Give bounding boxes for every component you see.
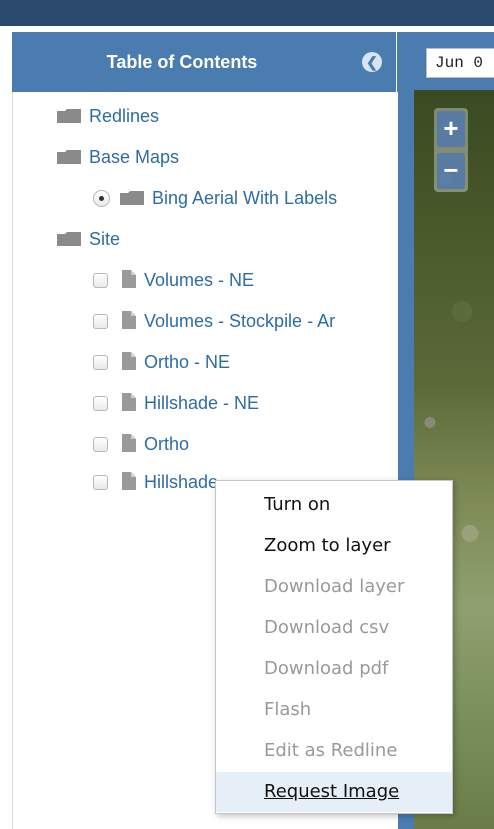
layer-checkbox[interactable] — [93, 437, 108, 452]
file-icon — [122, 352, 136, 370]
layer-checkbox[interactable] — [93, 314, 108, 329]
tree-item-hillshade-ne[interactable]: Hillshade - NE — [93, 391, 259, 415]
tree-item-label: Hillshade - NE — [144, 393, 260, 413]
menu-item-flash[interactable]: Flash — [216, 690, 452, 730]
file-icon — [122, 393, 136, 411]
file-icon — [122, 311, 136, 329]
tree-item-label: Volumes - Stockpile - Ar — [144, 311, 336, 331]
tree-item-bing-aerial[interactable]: Bing Aerial With Labels — [93, 186, 337, 210]
menu-item-edit-as-redline[interactable]: Edit as Redline — [216, 731, 452, 771]
tree-item-volumes-stockpile[interactable]: Volumes - Stockpile - Ar — [93, 309, 335, 333]
toc-title: Table of Contents — [106, 52, 258, 72]
menu-item-download-csv[interactable]: Download csv — [216, 608, 452, 648]
file-icon — [122, 434, 136, 452]
layer-checkbox[interactable] — [93, 355, 108, 370]
tree-item-label: Ortho — [144, 434, 190, 454]
layer-context-menu: Turn on Zoom to layer Download layer Dow… — [215, 480, 453, 814]
zoom-control: + − — [434, 108, 468, 192]
tree-item-site[interactable]: Site — [57, 227, 120, 251]
tree-item-label: Hillshade — [144, 472, 219, 492]
folder-icon — [57, 232, 81, 246]
top-bar-divider — [0, 26, 494, 30]
tree-item-label: Site — [89, 229, 121, 249]
tree-item-ortho[interactable]: Ortho — [93, 432, 189, 456]
collapse-panel-icon[interactable]: ❮ — [362, 52, 382, 72]
menu-item-request-image[interactable]: Request Image — [216, 772, 452, 812]
zoom-in-button[interactable]: + — [437, 111, 465, 147]
tree-item-label: Redlines — [89, 106, 160, 126]
tree-item-label: Base Maps — [89, 147, 180, 167]
menu-item-zoom-to-layer[interactable]: Zoom to layer — [216, 526, 452, 566]
tree-item-base-maps[interactable]: Base Maps — [57, 145, 179, 169]
menu-item-turn-on[interactable]: Turn on — [216, 485, 452, 525]
folder-icon — [57, 150, 81, 164]
layer-checkbox[interactable] — [93, 273, 108, 288]
layer-checkbox[interactable] — [93, 475, 108, 490]
tree-item-label: Bing Aerial With Labels — [152, 188, 338, 208]
tree-item-redlines[interactable]: Redlines — [57, 104, 159, 128]
tree-item-label: Volumes - NE — [144, 270, 255, 290]
folder-icon — [57, 109, 81, 123]
basemap-radio[interactable] — [93, 190, 110, 207]
tree-item-ortho-ne[interactable]: Ortho - NE — [93, 350, 230, 374]
tree-item-hillshade[interactable]: Hillshade — [93, 470, 218, 494]
layer-checkbox[interactable] — [93, 396, 108, 411]
app-top-bar — [0, 0, 494, 26]
tree-item-volumes-ne[interactable]: Volumes - NE — [93, 268, 254, 292]
tree-item-label: Ortho - NE — [144, 352, 231, 372]
menu-item-download-pdf[interactable]: Download pdf — [216, 649, 452, 689]
file-icon — [122, 270, 136, 288]
zoom-out-button[interactable]: − — [437, 153, 465, 189]
folder-icon — [120, 191, 144, 205]
date-selector[interactable]: Jun 0 — [426, 48, 494, 78]
toc-header: Table of Contents ❮ — [12, 32, 396, 92]
menu-item-download-layer[interactable]: Download layer — [216, 567, 452, 607]
file-icon — [122, 472, 136, 490]
